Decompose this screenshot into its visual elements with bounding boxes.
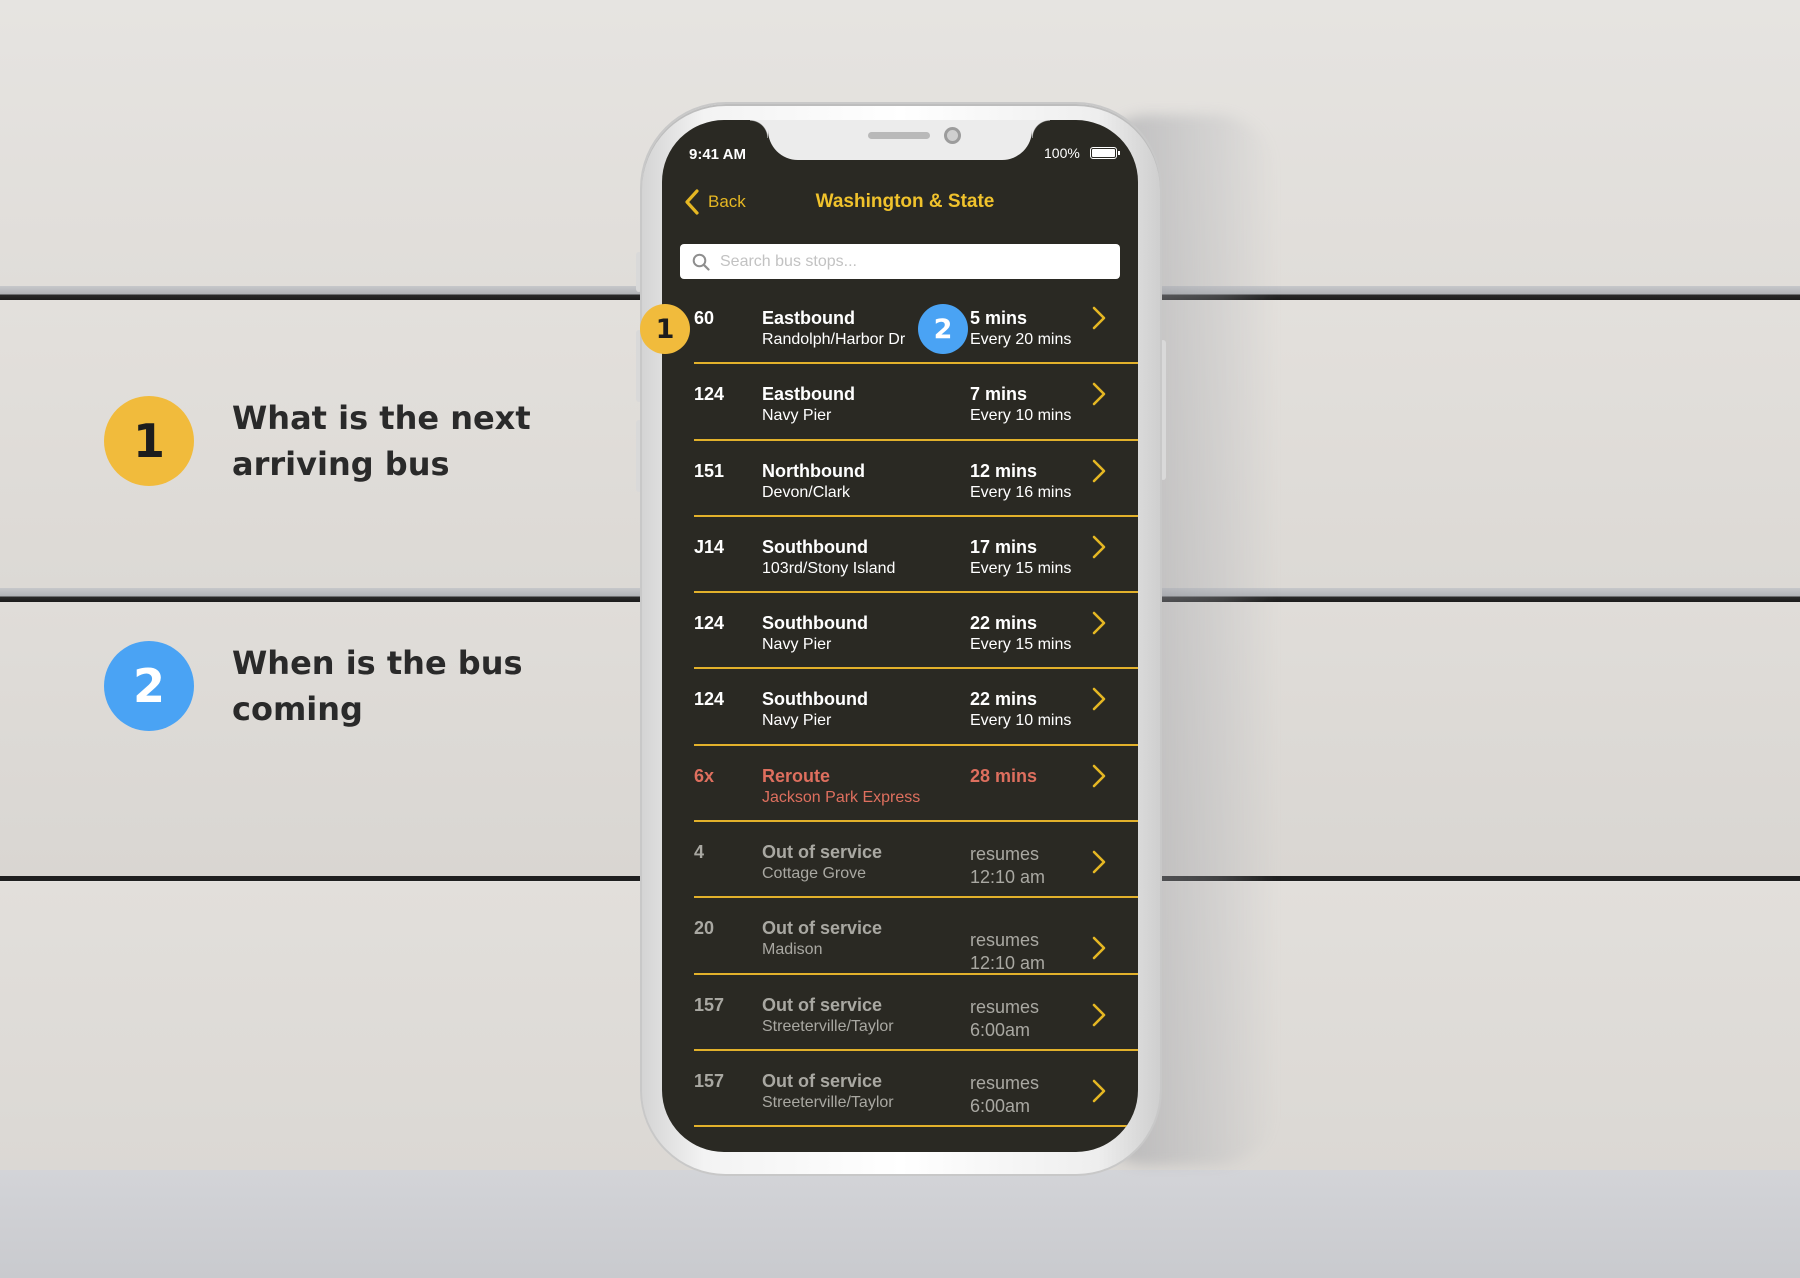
route-number: 151 [694, 460, 725, 481]
floor [0, 1170, 1800, 1278]
chevron-right-icon[interactable] [1092, 1079, 1106, 1103]
bus-row[interactable]: 151 Northbound Devon/Clark 12 mins Every… [694, 441, 1138, 517]
legend-badge-2: 2 [104, 641, 194, 731]
route-number: 60 [694, 308, 715, 328]
arrival-time: 22 mins [970, 613, 1038, 634]
search-bar[interactable] [680, 244, 1120, 279]
chevron-right-icon[interactable] [1092, 382, 1106, 406]
chevron-right-icon[interactable] [1092, 535, 1106, 559]
route-direction: Southbound [762, 613, 868, 634]
route-frequency: Every 10 mins [970, 407, 1072, 425]
arrival-time: 22 mins [970, 689, 1038, 710]
chevron-right-icon[interactable] [1092, 850, 1106, 874]
arrival-time: 12 mins [970, 460, 1038, 481]
route-number: 4 [694, 842, 705, 863]
route-frequency: Every 20 mins [970, 331, 1072, 348]
route-direction: Out of service [762, 994, 883, 1015]
bus-row[interactable]: 60 Eastbound Randolph/Harbor Dr 5 mins E… [694, 288, 1138, 365]
bus-row-out-of-service[interactable]: 20 Out of service Madison resumes 12:10 … [694, 898, 1138, 975]
route-number: 124 [694, 689, 725, 710]
next-bus-marker: 1 [640, 304, 690, 354]
bus-row-reroute[interactable]: 6x Reroute Jackson Park Express 28 mins [694, 746, 1138, 823]
chevron-right-icon[interactable] [1092, 764, 1106, 788]
chevron-right-icon[interactable] [1092, 687, 1106, 711]
chevron-right-icon[interactable] [1092, 611, 1106, 635]
route-number: 157 [694, 1070, 725, 1091]
legend-text-2: When is the bus coming [232, 644, 523, 728]
resume-time: 12:10 am [970, 953, 1046, 974]
resume-label: resumes [970, 1072, 1040, 1093]
resume-label: resumes [970, 844, 1040, 865]
bus-row[interactable]: 124 Southbound Navy Pier 22 mins Every 1… [694, 669, 1138, 746]
route-destination: Streeterville/Taylor [762, 1093, 894, 1111]
route-direction: Northbound [762, 460, 865, 481]
chevron-right-icon[interactable] [1092, 1003, 1106, 1027]
bus-row[interactable]: 124 Southbound Navy Pier 22 mins Every 1… [694, 593, 1138, 670]
status-battery-percent: 100% [1044, 145, 1080, 161]
route-number: 157 [694, 994, 725, 1015]
route-destination: Streeterville/Taylor [762, 1017, 894, 1035]
route-frequency: Every 16 mins [970, 483, 1072, 501]
route-number: J14 [694, 536, 725, 557]
legend-badge-1: 1 [104, 396, 194, 486]
route-number: 124 [694, 384, 725, 405]
arrival-time: 28 mins [970, 765, 1038, 786]
chevron-right-icon[interactable] [1092, 306, 1106, 330]
arrival-time-marker: 2 [918, 304, 968, 354]
speaker-grille [868, 132, 930, 139]
route-destination: 103rd/Stony Island [762, 559, 896, 577]
battery-icon [1090, 147, 1120, 159]
bus-row-out-of-service[interactable]: 4 Out of service Cottage Grove resumes 1… [694, 822, 1138, 899]
route-frequency: Every 15 mins [970, 559, 1072, 577]
route-number: 124 [694, 613, 725, 634]
arrival-time: 5 mins [970, 308, 1028, 328]
bus-row-out-of-service[interactable]: 157 Out of service Streeterville/Taylor … [694, 1051, 1138, 1128]
resume-label: resumes [970, 930, 1040, 951]
resume-label: resumes [970, 996, 1040, 1017]
route-frequency: Every 10 mins [970, 712, 1072, 730]
route-number: 20 [694, 918, 715, 939]
legend-item-next-bus: 1 What is the next arriving bus [104, 395, 652, 487]
route-direction: Southbound [762, 536, 868, 557]
route-destination: Devon/Clark [762, 483, 851, 501]
resume-time: 12:10 am [970, 867, 1046, 888]
route-destination: Jackson Park Express [762, 788, 921, 806]
chevron-right-icon[interactable] [1092, 936, 1106, 960]
phone-notch [750, 120, 1050, 160]
route-destination: Navy Pier [762, 636, 832, 654]
bus-row-out-of-service[interactable]: 157 Out of service Streeterville/Taylor … [694, 975, 1138, 1051]
arrival-time: 17 mins [970, 536, 1038, 557]
status-time: 9:41 AM [689, 146, 746, 163]
phone-screen: 9:41 AM 100% Back Washington & State 60 … [662, 120, 1138, 1152]
route-direction: Out of service [762, 1070, 883, 1091]
resume-time: 6:00am [970, 1095, 1031, 1116]
route-destination: Madison [762, 941, 823, 959]
route-direction: Eastbound [762, 308, 855, 328]
search-input[interactable] [720, 252, 1100, 271]
legend-item-bus-time: 2 When is the bus coming [104, 640, 652, 732]
arrival-time: 7 mins [970, 384, 1028, 405]
phone-power-button [1160, 340, 1166, 480]
route-frequency: Every 15 mins [970, 636, 1072, 654]
legend-text-1: What is the next arriving bus [232, 399, 531, 483]
route-number: 6x [694, 765, 715, 786]
resume-time: 6:00am [970, 1019, 1031, 1040]
bus-row[interactable]: 124 Eastbound Navy Pier 7 mins Every 10 … [694, 364, 1138, 441]
route-direction: Out of service [762, 842, 883, 863]
page-title: Washington & State [815, 191, 995, 212]
route-direction: Reroute [762, 765, 831, 786]
route-direction: Eastbound [762, 384, 855, 405]
route-destination: Navy Pier [762, 407, 832, 425]
route-destination: Cottage Grove [762, 865, 867, 883]
route-direction: Southbound [762, 689, 868, 710]
bus-arrival-list: 60 Eastbound Randolph/Harbor Dr 5 mins E… [694, 288, 1138, 1128]
route-destination: Randolph/Harbor Dr [762, 331, 906, 348]
search-icon [692, 253, 710, 271]
chevron-right-icon[interactable] [1092, 459, 1106, 483]
route-direction: Out of service [762, 918, 883, 939]
front-camera [944, 127, 961, 144]
bus-row[interactable]: J14 Southbound 103rd/Stony Island 17 min… [694, 517, 1138, 594]
route-destination: Navy Pier [762, 712, 832, 730]
